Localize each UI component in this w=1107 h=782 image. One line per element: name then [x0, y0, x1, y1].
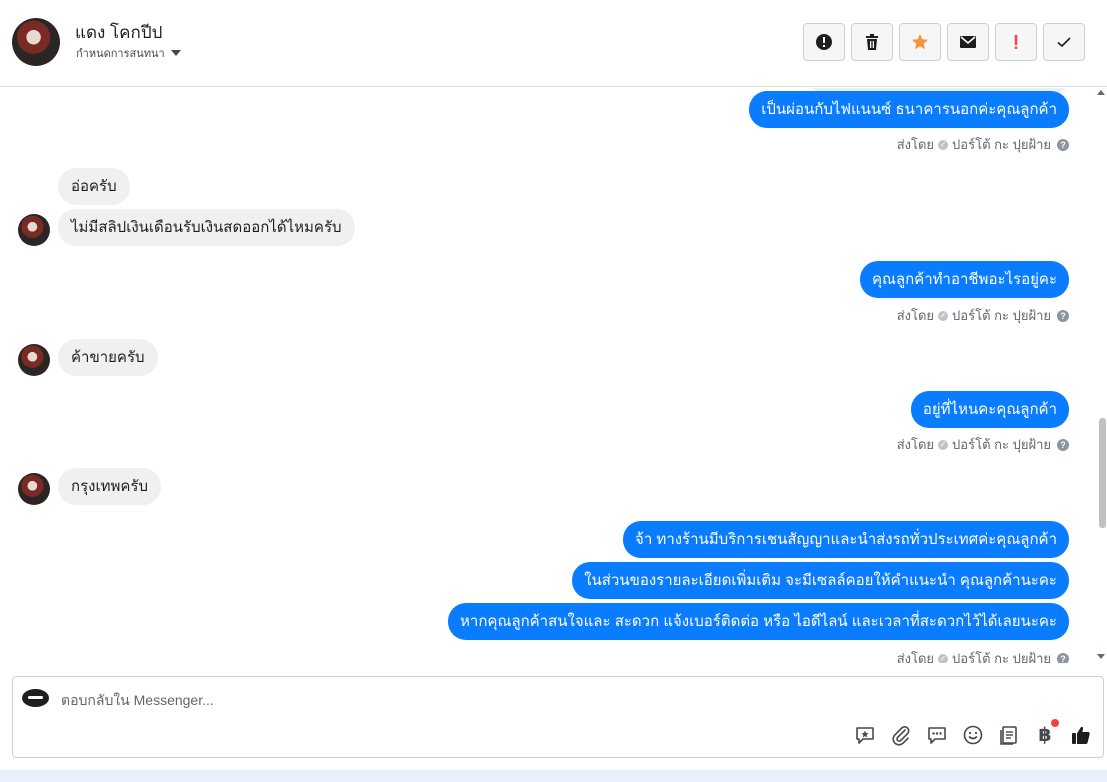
- sent-by-label: ส่งโดย: [896, 137, 935, 152]
- contact-avatar-small: [18, 473, 50, 505]
- outgoing-message[interactable]: คุณลูกค้าทำอาชีพอะไรอยู่คะ: [859, 261, 1069, 298]
- delete-button[interactable]: [851, 23, 893, 61]
- check-icon: ✓: [938, 653, 949, 663]
- like-button[interactable]: [1069, 723, 1093, 747]
- follow-up-button[interactable]: [995, 23, 1037, 61]
- attachment-icon: [892, 726, 910, 746]
- caret-down-icon: [170, 50, 181, 56]
- checkmark-icon: [1057, 37, 1071, 48]
- check-icon: ✓: [938, 310, 949, 321]
- help-icon[interactable]: ?: [1057, 652, 1069, 663]
- check-icon: ✓: [938, 439, 949, 450]
- star-button[interactable]: [899, 23, 941, 61]
- notification-dot: [1051, 719, 1059, 727]
- outgoing-message[interactable]: อยู่ที่ไหนคะคุณลูกค้า: [910, 391, 1069, 428]
- sender-name: ปอร์โต้ กะ ปุยฝ้าย: [952, 437, 1051, 452]
- page-logo-avatar: [22, 689, 49, 707]
- outgoing-message[interactable]: จ้า ทางร้านมีบริการเชนสัญญาและนำส่งรถทั่…: [623, 521, 1069, 558]
- scroll-down-arrow-icon[interactable]: [1097, 654, 1105, 659]
- contact-avatar-small: [18, 214, 50, 246]
- contact-name[interactable]: แดง โคกปีป: [75, 19, 162, 46]
- emoji-button[interactable]: [961, 723, 985, 747]
- contact-avatar[interactable]: [12, 18, 60, 66]
- thread-scrollbar[interactable]: [1097, 88, 1107, 663]
- sender-name: ปอร์โต้ กะ ปุยฝ้าย: [952, 308, 1051, 323]
- saved-reply-button[interactable]: [853, 723, 877, 747]
- emoji-icon: [963, 725, 983, 745]
- star-icon: [912, 34, 928, 50]
- saved-reply-icon: [856, 727, 874, 744]
- payment-icon: ฿: [1038, 724, 1052, 746]
- contact-avatar-small: [18, 344, 50, 376]
- help-icon[interactable]: ?: [1057, 309, 1069, 322]
- message-thread[interactable]: เป็นผ่อนกับไฟแนนซ์ ธนาคารนอกค่ะคุณลูกค้า…: [0, 88, 1107, 663]
- reply-input[interactable]: [61, 689, 961, 711]
- incoming-message[interactable]: ไม่มีสลิปเงินเดือนรับเงินสดออกได้ไหมครับ: [58, 209, 355, 246]
- quick-replies-button[interactable]: [925, 723, 949, 747]
- attach-button[interactable]: [889, 723, 913, 747]
- mark-done-button[interactable]: [1043, 23, 1085, 61]
- scrollbar-thumb[interactable]: [1099, 418, 1106, 528]
- sent-by-label: ส่งโดย: [896, 308, 935, 323]
- sent-by-label: ส่งโดย: [896, 651, 935, 663]
- envelope-icon: [960, 36, 976, 48]
- catalog-icon: [1000, 726, 1017, 745]
- help-icon[interactable]: ?: [1057, 438, 1069, 451]
- mark-unread-button[interactable]: [947, 23, 989, 61]
- scroll-up-arrow-icon[interactable]: [1097, 90, 1105, 95]
- incoming-message[interactable]: กรุงเทพครับ: [58, 468, 161, 505]
- outgoing-message[interactable]: หากคุณลูกค้าสนใจและ สะดวก แจ้งเบอร์ติดต่…: [448, 603, 1069, 640]
- help-icon[interactable]: ?: [1057, 138, 1069, 151]
- sent-by-meta: ส่งโดย ✓ ปอร์โต้ กะ ปุยฝ้าย ?: [897, 305, 1069, 326]
- trash-icon: [866, 34, 878, 50]
- assign-conversation-dropdown[interactable]: กำหนดการสนทนา: [76, 44, 181, 62]
- sender-name: ปอร์โต้ กะ ปุยฝ้าย: [952, 137, 1051, 152]
- catalog-button[interactable]: [997, 723, 1021, 747]
- bottom-strip: [0, 770, 1107, 782]
- conversation-header: แดง โคกปีป กำหนดการสนทนา: [0, 0, 1107, 87]
- chat-bubbles-icon: [928, 727, 946, 744]
- exclamation-icon: [1014, 35, 1018, 49]
- thumbs-up-icon: [1072, 726, 1090, 744]
- conversation-toolbar: [803, 23, 1085, 61]
- sent-by-label: ส่งโดย: [896, 437, 935, 452]
- mark-spam-button[interactable]: [803, 23, 845, 61]
- incoming-message[interactable]: ค้าขายครับ: [58, 339, 158, 376]
- outgoing-message[interactable]: ในส่วนของรายละเอียดเพิ่มเติม จะมีเซลล์คอ…: [572, 562, 1069, 599]
- composer-tools: ฿: [853, 719, 1093, 747]
- reply-composer: ฿: [12, 676, 1104, 758]
- check-icon: ✓: [938, 139, 949, 150]
- sent-by-meta: ส่งโดย ✓ ปอร์โต้ กะ ปุยฝ้าย ?: [897, 434, 1069, 455]
- incoming-message[interactable]: อ่อครับ: [58, 168, 130, 205]
- payment-button[interactable]: ฿: [1033, 719, 1059, 747]
- alert-circle-icon: [816, 34, 832, 50]
- sender-name: ปอร์โต้ กะ ปุยฝ้าย: [952, 651, 1051, 663]
- inbox-conversation: แดง โคกปีป กำหนดการสนทนา เป็นผ่อนกับไฟแน…: [0, 0, 1107, 782]
- outgoing-message[interactable]: เป็นผ่อนกับไฟแนนซ์ ธนาคารนอกค่ะคุณลูกค้า: [749, 91, 1069, 128]
- sent-by-meta: ส่งโดย ✓ ปอร์โต้ กะ ปุยฝ้าย ?: [897, 134, 1069, 155]
- assign-label: กำหนดการสนทนา: [76, 48, 165, 60]
- sent-by-meta: ส่งโดย ✓ ปอร์โต้ กะ ปุยฝ้าย ?: [897, 648, 1069, 663]
